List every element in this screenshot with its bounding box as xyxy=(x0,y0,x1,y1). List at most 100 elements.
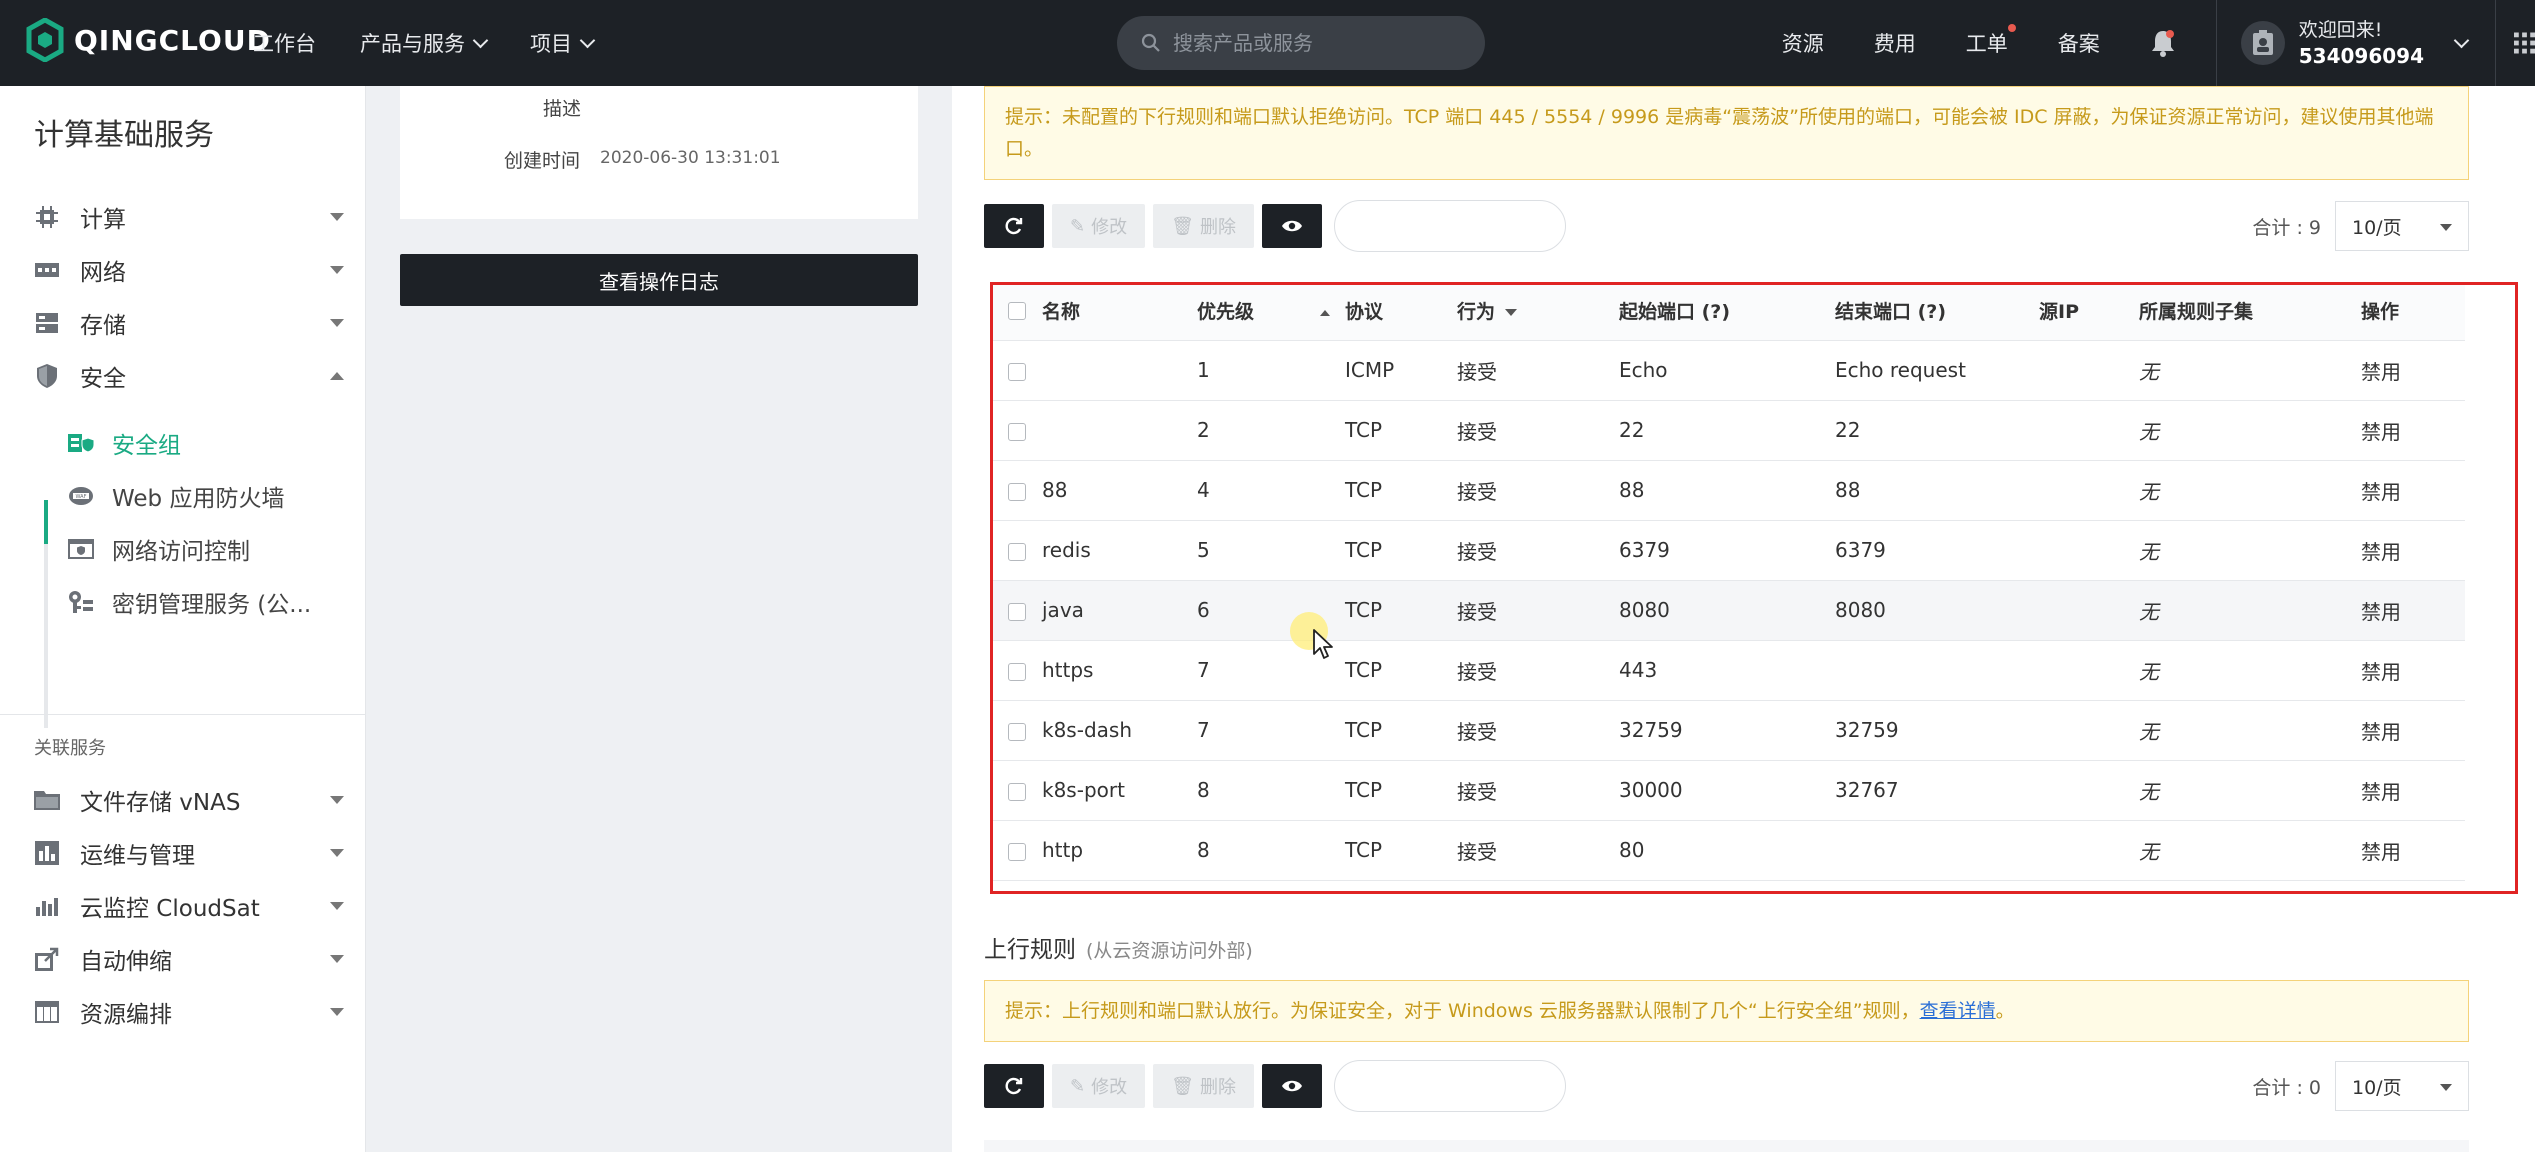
user-badge-icon xyxy=(2252,30,2273,55)
table-row[interactable]: k8s-dash 7 TCP 接受 32759 32759 无 禁用 xyxy=(990,700,2465,761)
uplink-table-header-stub xyxy=(984,1140,2469,1152)
table-row[interactable]: https 7 TCP 接受 443 无 禁用 xyxy=(990,640,2465,701)
caret-up-icon xyxy=(330,372,344,380)
storage-icon xyxy=(34,310,60,336)
filter-input[interactable] xyxy=(1333,200,1566,252)
rules-panel: 提示：未配置的下行规则和端口默认拒绝访问。TCP 端口 445 / 5554 /… xyxy=(952,86,2535,1152)
page-size-select[interactable]: 10/页 xyxy=(2335,201,2469,251)
col-source-ip[interactable]: 源IP xyxy=(2039,282,2139,341)
table-row[interactable]: redis 5 TCP 接受 6379 6379 无 禁用 xyxy=(990,520,2465,581)
nav-workbench[interactable]: 工作台 xyxy=(253,28,316,58)
row-checkbox[interactable] xyxy=(1008,842,1026,861)
row-checkbox[interactable] xyxy=(1008,722,1026,741)
disable-link[interactable]: 禁用 xyxy=(2361,820,2465,881)
global-search[interactable] xyxy=(1117,16,1485,70)
col-operation: 操作 xyxy=(2361,282,2465,341)
row-checkbox[interactable] xyxy=(1008,542,1026,561)
nav-projects[interactable]: 项目 xyxy=(530,28,596,58)
disable-link[interactable]: 禁用 xyxy=(2361,400,2465,461)
cell-protocol: ICMP xyxy=(1345,340,1457,401)
col-action[interactable]: 行为 xyxy=(1457,282,1619,341)
link-resources[interactable]: 资源 xyxy=(1782,28,1824,58)
cell-rule-subset: 无 xyxy=(2139,640,2361,701)
disable-link[interactable]: 禁用 xyxy=(2361,640,2465,701)
disable-link[interactable]: 禁用 xyxy=(2361,460,2465,521)
sidebar-item-cloudsat[interactable]: 云监控 CloudSat xyxy=(34,886,344,926)
disable-link[interactable]: 禁用 xyxy=(2361,340,2465,401)
view-logs-button[interactable]: 查看操作日志 xyxy=(400,254,918,306)
sidebar-subitem-access-control[interactable]: 网络访问控制 xyxy=(44,529,344,569)
col-protocol[interactable]: 协议 xyxy=(1345,282,1457,341)
link-billing[interactable]: 费用 xyxy=(1874,28,1916,58)
orchestration-icon xyxy=(34,999,60,1025)
search-input[interactable] xyxy=(1173,31,1453,55)
user-menu[interactable]: 欢迎回来! 534096094 xyxy=(2215,0,2470,86)
visibility-button[interactable] xyxy=(1261,204,1322,248)
link-tickets-label: 工单 xyxy=(1965,32,2008,56)
disable-link[interactable]: 禁用 xyxy=(2361,760,2465,821)
disable-link[interactable]: 禁用 xyxy=(2361,520,2465,581)
visibility-button[interactable] xyxy=(1261,1064,1322,1108)
bell-icon[interactable] xyxy=(2150,29,2176,57)
row-checkbox[interactable] xyxy=(1008,602,1026,621)
table-row[interactable]: java 6 TCP 接受 8080 8080 无 禁用 xyxy=(990,580,2465,641)
apps-grid-icon[interactable] xyxy=(2495,0,2535,86)
logo[interactable]: QINGCLOUD xyxy=(26,18,271,62)
sidebar-item-ops[interactable]: 运维与管理 xyxy=(34,833,344,873)
edit-button[interactable]: ✎ 修改 xyxy=(1052,1064,1146,1108)
page-size-select[interactable]: 10/页 xyxy=(2335,1061,2469,1111)
sidebar-item-orchestration[interactable]: 资源编排 xyxy=(34,992,344,1032)
nav-products[interactable]: 产品与服务 xyxy=(360,28,489,58)
disable-link[interactable]: 禁用 xyxy=(2361,580,2465,641)
link-tickets[interactable]: 工单 xyxy=(1965,24,2016,58)
table-row[interactable]: 2 TCP 接受 22 22 无 禁用 xyxy=(990,400,2465,461)
cell-end-port: 22 xyxy=(1835,400,2039,461)
notification-dot xyxy=(2007,24,2016,32)
filter-input[interactable] xyxy=(1333,1060,1566,1112)
col-rule-subset[interactable]: 所属规则子集 xyxy=(2139,282,2361,341)
row-checkbox[interactable] xyxy=(1008,782,1026,801)
col-start-port[interactable]: 起始端口 (?) xyxy=(1619,282,1835,341)
sidebar-item-autoscale[interactable]: 自动伸缩 xyxy=(34,939,344,979)
sidebar-item-compute[interactable]: 计算 xyxy=(34,197,344,237)
sidebar-subitem-label: 密钥管理服务 (公... xyxy=(112,592,312,618)
sidebar-subitem-security-group[interactable]: 安全组 xyxy=(44,423,344,463)
link-filing[interactable]: 备案 xyxy=(2058,28,2100,58)
table-header-row: 名称 优先级 协议 行为 起始端口 (?) 结束端口 (?) 源IP 所属规则子… xyxy=(990,282,2465,341)
sidebar-item-network[interactable]: 网络 xyxy=(34,250,344,290)
delete-button[interactable]: 🗑 删除 xyxy=(1153,204,1254,248)
filter-caret-icon xyxy=(1505,309,1518,317)
welcome-text: 欢迎回来! xyxy=(2298,19,2383,41)
row-checkbox[interactable] xyxy=(1008,482,1026,501)
table-row[interactable]: http 8 TCP 接受 80 无 禁用 xyxy=(990,820,2465,881)
col-end-port[interactable]: 结束端口 (?) xyxy=(1835,282,2039,341)
row-checkbox[interactable] xyxy=(1008,362,1026,381)
cell-protocol: TCP xyxy=(1345,700,1457,761)
sidebar-item-storage[interactable]: 存储 xyxy=(34,303,344,343)
nav-projects-label: 项目 xyxy=(530,32,572,56)
col-name[interactable]: 名称 xyxy=(1042,282,1197,341)
sidebar-subitem-kms[interactable]: 密钥管理服务 (公... xyxy=(44,582,344,622)
disable-link[interactable]: 禁用 xyxy=(2361,700,2465,761)
sidebar-subitem-waf[interactable]: WAF Web 应用防火墙 xyxy=(44,476,344,516)
row-checkbox[interactable] xyxy=(1008,662,1026,681)
refresh-button[interactable] xyxy=(984,1064,1044,1108)
table-row[interactable]: 88 4 TCP 接受 88 88 无 禁用 xyxy=(990,460,2465,521)
sidebar-item-security[interactable]: 安全 xyxy=(34,356,344,396)
delete-button[interactable]: 🗑 删除 xyxy=(1153,1064,1254,1108)
cell-rule-subset: 无 xyxy=(2139,340,2361,401)
refresh-button[interactable] xyxy=(984,204,1044,248)
sidebar-item-vnas[interactable]: 文件存储 vNAS xyxy=(34,780,344,820)
table-row[interactable]: 1 ICMP 接受 Echo Echo request 无 禁用 xyxy=(990,340,2465,401)
row-checkbox[interactable] xyxy=(1008,422,1026,441)
cell-rule-subset: 无 xyxy=(2139,700,2361,761)
sidebar-item-label: 资源编排 xyxy=(80,1002,172,1028)
col-priority[interactable]: 优先级 xyxy=(1197,282,1345,341)
ops-icon xyxy=(34,840,60,866)
table-row[interactable]: k8s-port 8 TCP 接受 30000 32767 无 禁用 xyxy=(990,760,2465,821)
edit-button[interactable]: ✎ 修改 xyxy=(1052,204,1146,248)
view-details-link[interactable]: 查看详情 xyxy=(1920,1000,1996,1022)
select-all-checkbox[interactable] xyxy=(1008,302,1026,321)
cell-end-port: 6379 xyxy=(1835,520,2039,581)
cell-protocol: TCP xyxy=(1345,520,1457,581)
